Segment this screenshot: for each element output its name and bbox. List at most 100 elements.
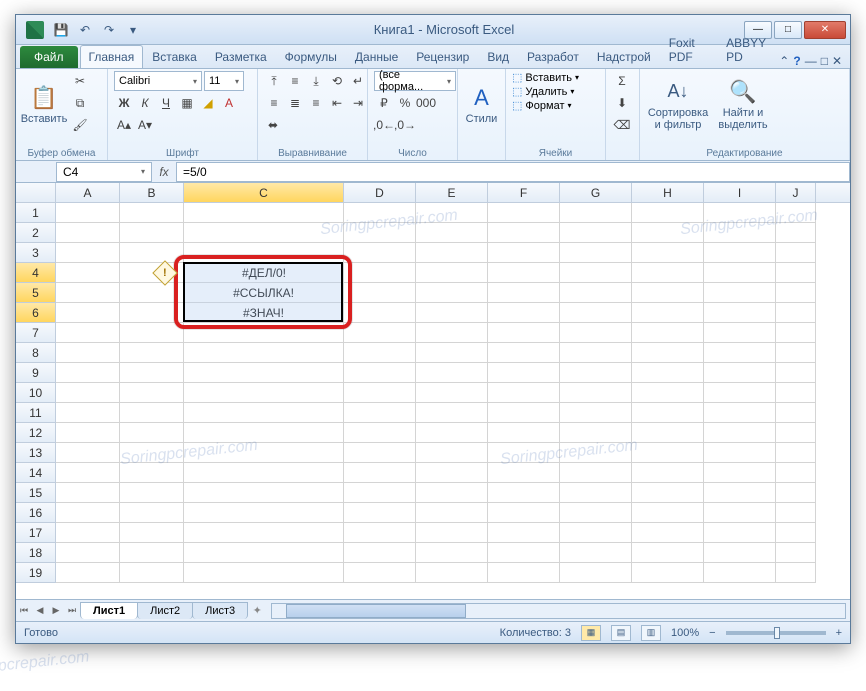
cell-G4[interactable] bbox=[560, 263, 632, 283]
cell-F19[interactable] bbox=[488, 563, 560, 583]
cell-H4[interactable] bbox=[632, 263, 704, 283]
cell-A14[interactable] bbox=[56, 463, 120, 483]
cell-B6[interactable] bbox=[120, 303, 184, 323]
cell-H18[interactable] bbox=[632, 543, 704, 563]
cell-I11[interactable] bbox=[704, 403, 776, 423]
cell-G3[interactable] bbox=[560, 243, 632, 263]
sheet-tab-3[interactable]: Лист3 bbox=[192, 602, 248, 619]
cell-E17[interactable] bbox=[416, 523, 488, 543]
cell-C3[interactable] bbox=[184, 243, 344, 263]
cell-H10[interactable] bbox=[632, 383, 704, 403]
cell-D5[interactable] bbox=[344, 283, 416, 303]
cell-C2[interactable] bbox=[184, 223, 344, 243]
cell-G14[interactable] bbox=[560, 463, 632, 483]
decrease-decimal-button[interactable]: ,0→ bbox=[395, 115, 415, 135]
row-header-7[interactable]: 7 bbox=[16, 323, 56, 343]
cell-E8[interactable] bbox=[416, 343, 488, 363]
name-box[interactable]: C4▾ bbox=[56, 162, 152, 182]
copy-button[interactable]: ⧉ bbox=[70, 93, 90, 113]
cell-F4[interactable] bbox=[488, 263, 560, 283]
cell-D13[interactable] bbox=[344, 443, 416, 463]
cell-I10[interactable] bbox=[704, 383, 776, 403]
cell-I8[interactable] bbox=[704, 343, 776, 363]
sheet-nav-last[interactable]: ⏭ bbox=[64, 603, 80, 619]
cell-I1[interactable] bbox=[704, 203, 776, 223]
cell-E18[interactable] bbox=[416, 543, 488, 563]
new-sheet-button[interactable]: ✦ bbox=[247, 604, 267, 617]
cell-J13[interactable] bbox=[776, 443, 816, 463]
cell-A2[interactable] bbox=[56, 223, 120, 243]
grow-font-button[interactable]: A▴ bbox=[114, 115, 134, 135]
cell-B8[interactable] bbox=[120, 343, 184, 363]
zoom-slider[interactable] bbox=[726, 631, 826, 635]
cell-J15[interactable] bbox=[776, 483, 816, 503]
cell-E2[interactable] bbox=[416, 223, 488, 243]
cell-D9[interactable] bbox=[344, 363, 416, 383]
cell-G11[interactable] bbox=[560, 403, 632, 423]
number-format-combo[interactable]: (все форма...▾ bbox=[374, 71, 456, 91]
cell-D19[interactable] bbox=[344, 563, 416, 583]
cell-F6[interactable] bbox=[488, 303, 560, 323]
cell-C19[interactable] bbox=[184, 563, 344, 583]
cell-D12[interactable] bbox=[344, 423, 416, 443]
cell-E9[interactable] bbox=[416, 363, 488, 383]
cell-A15[interactable] bbox=[56, 483, 120, 503]
cell-H5[interactable] bbox=[632, 283, 704, 303]
cell-E4[interactable] bbox=[416, 263, 488, 283]
cell-H16[interactable] bbox=[632, 503, 704, 523]
cell-G13[interactable] bbox=[560, 443, 632, 463]
shrink-font-button[interactable]: A▾ bbox=[135, 115, 155, 135]
format-painter-button[interactable]: 🖌 bbox=[70, 115, 90, 135]
cell-B9[interactable] bbox=[120, 363, 184, 383]
cell-C8[interactable] bbox=[184, 343, 344, 363]
cell-H19[interactable] bbox=[632, 563, 704, 583]
cell-B12[interactable] bbox=[120, 423, 184, 443]
cell-G7[interactable] bbox=[560, 323, 632, 343]
formula-bar-input[interactable]: =5/0 bbox=[176, 162, 850, 182]
fill-button[interactable]: ⬇ bbox=[612, 93, 632, 113]
styles-button[interactable]: A Стили bbox=[464, 71, 499, 137]
cell-J2[interactable] bbox=[776, 223, 816, 243]
tab-formulas[interactable]: Формулы bbox=[276, 45, 346, 68]
row-header-15[interactable]: 15 bbox=[16, 483, 56, 503]
cell-D14[interactable] bbox=[344, 463, 416, 483]
cell-C5[interactable]: #ССЫЛКА! bbox=[184, 283, 344, 303]
cell-G12[interactable] bbox=[560, 423, 632, 443]
cell-B1[interactable] bbox=[120, 203, 184, 223]
cell-J12[interactable] bbox=[776, 423, 816, 443]
cell-F5[interactable] bbox=[488, 283, 560, 303]
cell-I19[interactable] bbox=[704, 563, 776, 583]
cell-E13[interactable] bbox=[416, 443, 488, 463]
cell-I15[interactable] bbox=[704, 483, 776, 503]
tab-insert[interactable]: Вставка bbox=[143, 45, 206, 68]
cell-F12[interactable] bbox=[488, 423, 560, 443]
horizontal-scrollbar[interactable] bbox=[271, 603, 846, 619]
cell-H9[interactable] bbox=[632, 363, 704, 383]
border-button[interactable]: ▦ bbox=[177, 93, 197, 113]
cell-D15[interactable] bbox=[344, 483, 416, 503]
cell-D10[interactable] bbox=[344, 383, 416, 403]
cell-H1[interactable] bbox=[632, 203, 704, 223]
cell-C18[interactable] bbox=[184, 543, 344, 563]
cell-B19[interactable] bbox=[120, 563, 184, 583]
sheet-tab-1[interactable]: Лист1 bbox=[80, 602, 138, 619]
sort-filter-button[interactable]: A↓ Сортировка и фильтр bbox=[646, 71, 710, 137]
cell-A19[interactable] bbox=[56, 563, 120, 583]
cut-button[interactable]: ✂ bbox=[70, 71, 90, 91]
tab-addins[interactable]: Надстрой bbox=[588, 45, 660, 68]
cell-J18[interactable] bbox=[776, 543, 816, 563]
cell-E5[interactable] bbox=[416, 283, 488, 303]
cell-D11[interactable] bbox=[344, 403, 416, 423]
cell-G6[interactable] bbox=[560, 303, 632, 323]
cell-D4[interactable] bbox=[344, 263, 416, 283]
cell-I5[interactable] bbox=[704, 283, 776, 303]
cell-D3[interactable] bbox=[344, 243, 416, 263]
cell-J3[interactable] bbox=[776, 243, 816, 263]
cell-B2[interactable] bbox=[120, 223, 184, 243]
cell-A3[interactable] bbox=[56, 243, 120, 263]
cell-C10[interactable] bbox=[184, 383, 344, 403]
cell-E10[interactable] bbox=[416, 383, 488, 403]
cell-J7[interactable] bbox=[776, 323, 816, 343]
cell-F8[interactable] bbox=[488, 343, 560, 363]
row-header-17[interactable]: 17 bbox=[16, 523, 56, 543]
